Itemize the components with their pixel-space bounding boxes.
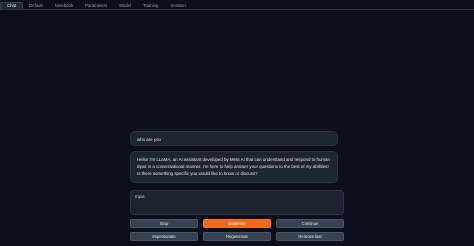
stop-button[interactable]: Stop [130, 219, 198, 228]
tab-bar: Chat Default Notebook Parameters Model T… [0, 0, 474, 10]
tab-chat[interactable]: Chat [0, 1, 24, 9]
input-textbox[interactable]: Input [130, 190, 344, 215]
regenerate-button[interactable]: Regenerate [203, 232, 271, 241]
bot-message: Hello! I'm LLaMA, an AI assistant develo… [130, 151, 338, 183]
generate-button[interactable]: Generate [203, 219, 271, 228]
tab-parameters[interactable]: Parameters [79, 3, 113, 10]
input-label: Input [135, 194, 145, 199]
continue-button[interactable]: Continue [276, 219, 344, 228]
impersonate-button[interactable]: Impersonate [130, 232, 198, 241]
remove-last-button[interactable]: Remove last [276, 232, 344, 241]
tab-default[interactable]: Default [23, 3, 49, 10]
user-message: who are you [130, 131, 338, 146]
tab-training[interactable]: Training [137, 3, 164, 10]
tab-session[interactable]: Session [164, 3, 191, 10]
tab-notebook[interactable]: Notebook [49, 3, 79, 10]
tab-model[interactable]: Model [113, 3, 137, 10]
